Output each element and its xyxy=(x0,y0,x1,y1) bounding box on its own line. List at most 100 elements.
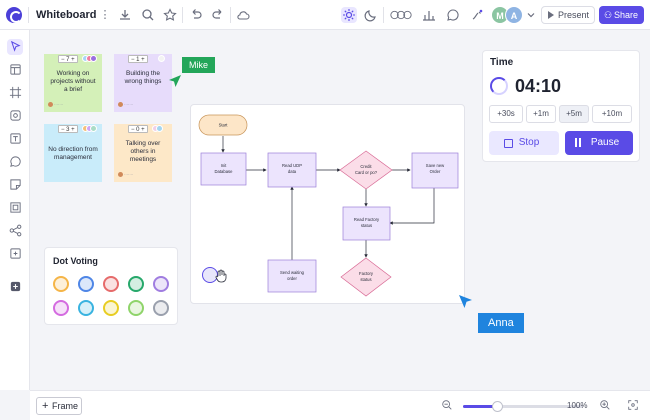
zoom-slider[interactable] xyxy=(463,401,583,412)
vote-count: 1 xyxy=(136,57,140,63)
select-tool-icon[interactable] xyxy=(7,39,23,55)
draw-icon[interactable] xyxy=(469,7,485,23)
mike-cursor-icon xyxy=(169,75,181,87)
node-label: Factory xyxy=(359,271,374,276)
voter-dots xyxy=(82,55,98,63)
vote-dot[interactable] xyxy=(128,276,144,292)
zoom-slider-thumb[interactable] xyxy=(491,401,503,412)
sticky-note[interactable]: − 0 + Talking over others in meetings ··… xyxy=(114,124,172,182)
shape-tool-icon[interactable] xyxy=(7,108,23,124)
flowchart-frame[interactable]: Start Init Database Read UDP data Credit… xyxy=(190,104,465,304)
chevron-down-icon[interactable] xyxy=(523,7,539,23)
vote-dot[interactable] xyxy=(128,300,144,316)
comment-tool-icon[interactable] xyxy=(7,154,23,170)
text-tool-icon[interactable] xyxy=(7,131,23,147)
integration-icon[interactable] xyxy=(7,246,23,262)
bottom-toolbar: Frame 100% xyxy=(30,390,650,420)
timer-panel: Time 04:10 +30s +1m +5m +10m Stop Pause xyxy=(482,50,640,162)
sticky-note-icon[interactable] xyxy=(7,177,23,193)
vote-counter[interactable]: − 0 + xyxy=(128,125,148,133)
left-toolbar xyxy=(0,30,30,390)
vote-dot[interactable] xyxy=(103,300,119,316)
vote-counter[interactable]: − 1 + xyxy=(128,55,148,63)
timer-title: Time xyxy=(490,57,514,68)
undo-icon[interactable] xyxy=(188,7,204,23)
template-icon[interactable] xyxy=(7,62,23,78)
zoom-out-icon[interactable] xyxy=(440,399,454,413)
node-label: status xyxy=(361,223,372,228)
vote-counter[interactable]: − 7 + xyxy=(58,55,78,63)
vote-count: 0 xyxy=(136,127,140,133)
sticky-text: Building the wrong things xyxy=(124,70,162,85)
comment-icon[interactable] xyxy=(445,7,461,23)
cloud-icon xyxy=(235,7,251,23)
node-label: Init xyxy=(221,163,227,168)
avatar-anna[interactable]: A xyxy=(505,6,523,24)
media-icon[interactable] xyxy=(7,200,23,216)
flowchart-diagram: Start Init Database Read UDP data Credit… xyxy=(198,114,459,297)
sticky-note[interactable]: − 1 + Building the wrong things ······· xyxy=(114,54,172,112)
anna-cursor-icon xyxy=(459,295,472,308)
voter-dots xyxy=(152,55,168,63)
timer-time: 04:10 xyxy=(515,76,562,96)
stop-button[interactable]: Stop xyxy=(489,131,559,155)
add-frame-button[interactable]: Frame xyxy=(36,397,82,415)
chart-icon[interactable] xyxy=(421,7,437,23)
sticky-author: ······· xyxy=(118,101,133,109)
mindmap-icon[interactable] xyxy=(7,223,23,239)
vote-dot[interactable] xyxy=(78,300,94,316)
node-label: Order xyxy=(430,169,441,174)
sticky-author: ······· xyxy=(118,171,133,179)
vote-dot[interactable] xyxy=(78,276,94,292)
app-logo-icon[interactable] xyxy=(6,7,22,23)
fit-screen-icon[interactable] xyxy=(626,399,640,413)
search-icon[interactable] xyxy=(140,7,156,23)
vote-dot[interactable] xyxy=(153,300,169,316)
add-30s-button[interactable]: +30s xyxy=(489,105,523,123)
zoom-level: 100% xyxy=(567,401,588,410)
dot-voting-title: Dot Voting xyxy=(53,256,98,266)
more-vertical-icon[interactable]: ⋮ xyxy=(97,7,113,23)
connector xyxy=(389,188,435,225)
zoom-in-icon[interactable] xyxy=(598,399,612,413)
sticky-note[interactable]: − 7 + Working on projects without a brie… xyxy=(44,54,102,112)
vote-dot[interactable] xyxy=(103,276,119,292)
add-10m-button[interactable]: +10m xyxy=(592,105,632,123)
node-label: Credit xyxy=(360,164,372,169)
node-label: Card or po? xyxy=(355,170,378,175)
board-title[interactable]: Whiteboard xyxy=(36,9,97,21)
share-button[interactable]: Share xyxy=(599,6,644,24)
node-label: data xyxy=(288,169,297,174)
pause-button[interactable]: Pause xyxy=(565,131,633,155)
vote-count: 7 xyxy=(66,57,70,63)
vote-dot[interactable] xyxy=(153,276,169,292)
reactions-icon[interactable] xyxy=(388,7,414,23)
vote-dot[interactable] xyxy=(53,300,69,316)
vote-dot[interactable] xyxy=(53,276,69,292)
divider xyxy=(182,7,183,23)
node-label: order xyxy=(287,276,297,281)
download-icon[interactable] xyxy=(117,7,133,23)
present-button[interactable]: Present xyxy=(541,6,595,24)
sticky-text: Talking over others in meetings xyxy=(125,140,161,163)
voter-dots xyxy=(82,125,98,133)
node-label: Read UDP xyxy=(282,163,302,168)
mike-name-tag: Mike xyxy=(182,57,216,73)
sticky-text: Working on projects without a brief xyxy=(50,70,96,93)
vote-counter[interactable]: − 3 + xyxy=(58,125,78,133)
top-toolbar: Whiteboard ⋮ M A Present Share xyxy=(0,0,650,30)
sticky-author: ······· xyxy=(48,101,63,109)
node-label: Send waiting xyxy=(280,270,305,275)
add-1m-button[interactable]: +1m xyxy=(526,105,556,123)
add-tool-icon[interactable] xyxy=(7,279,23,295)
sun-icon[interactable] xyxy=(341,7,357,23)
star-icon[interactable] xyxy=(162,7,178,23)
moon-icon[interactable] xyxy=(363,7,379,23)
start-label: Start xyxy=(219,123,229,128)
sticky-note[interactable]: − 3 + No direction from management xyxy=(44,124,102,182)
frame-tool-icon[interactable] xyxy=(7,85,23,101)
add-5m-button[interactable]: +5m xyxy=(559,105,589,123)
divider xyxy=(383,7,384,23)
redo-icon[interactable] xyxy=(210,7,226,23)
node-label: Save new xyxy=(426,163,445,168)
